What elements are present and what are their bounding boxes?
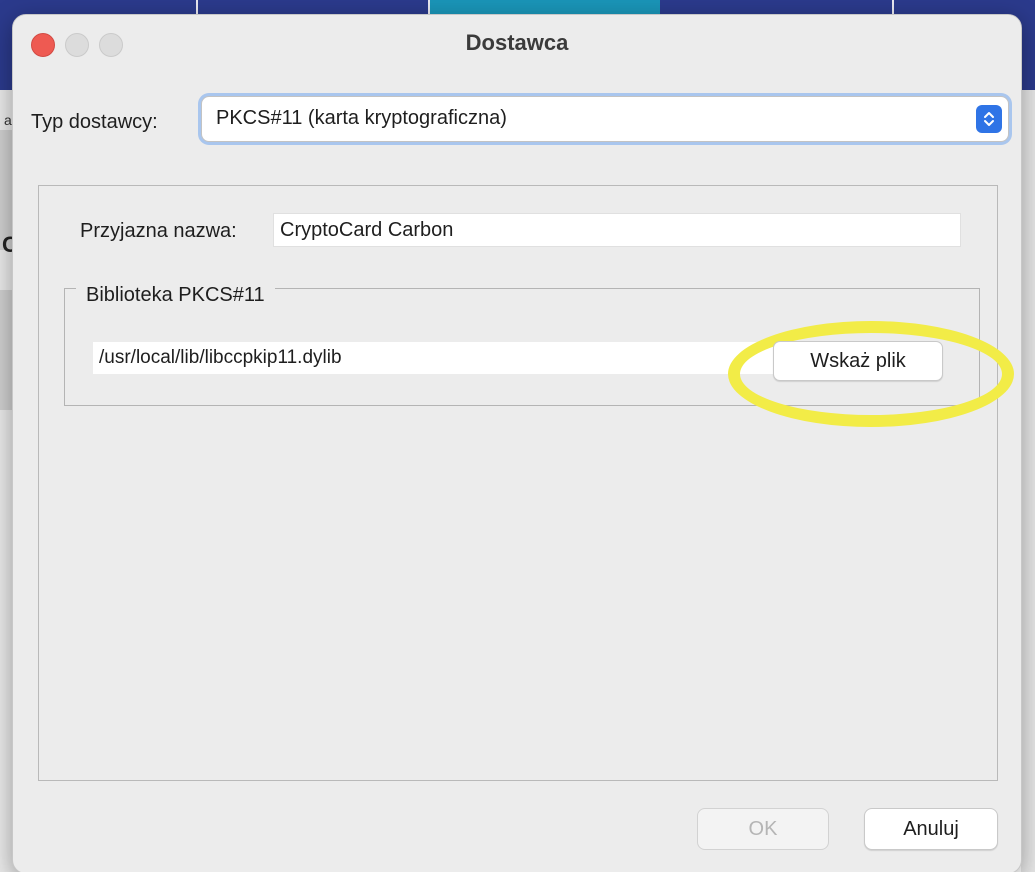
screen: a C Dostawca Typ dostawcy: PKCS#11 (kart… xyxy=(0,0,1035,872)
titlebar: Dostawca xyxy=(13,15,1021,73)
provider-dialog: Dostawca Typ dostawcy: PKCS#11 (karta kr… xyxy=(12,14,1022,872)
provider-type-label: Typ dostawcy: xyxy=(31,111,158,133)
cancel-button[interactable]: Anuluj xyxy=(864,808,998,850)
provider-type-select[interactable]: PKCS#11 (karta kryptograficzna) xyxy=(201,96,1009,142)
background-app-right-edge xyxy=(1021,90,1035,872)
ok-button[interactable]: OK xyxy=(697,808,829,850)
library-group-title: Biblioteka PKCS#11 xyxy=(76,284,275,307)
friendly-name-value: CryptoCard Carbon xyxy=(280,219,454,241)
library-path-input[interactable]: /usr/local/lib/libccpkip11.dylib xyxy=(93,342,773,374)
dialog-title: Dostawca xyxy=(465,30,569,55)
settings-panel xyxy=(38,185,998,781)
browse-file-button[interactable]: Wskaż plik xyxy=(773,341,943,381)
background-app-active-tab xyxy=(430,0,660,14)
friendly-name-label: Przyjazna nazwa: xyxy=(80,220,237,242)
library-path-value: /usr/local/lib/libccpkip11.dylib xyxy=(99,347,342,368)
chevron-up-down-icon xyxy=(976,105,1002,133)
friendly-name-input[interactable]: CryptoCard Carbon xyxy=(273,213,961,247)
provider-type-value: PKCS#11 (karta kryptograficzna) xyxy=(216,107,507,129)
background-app-text: a xyxy=(4,112,12,128)
